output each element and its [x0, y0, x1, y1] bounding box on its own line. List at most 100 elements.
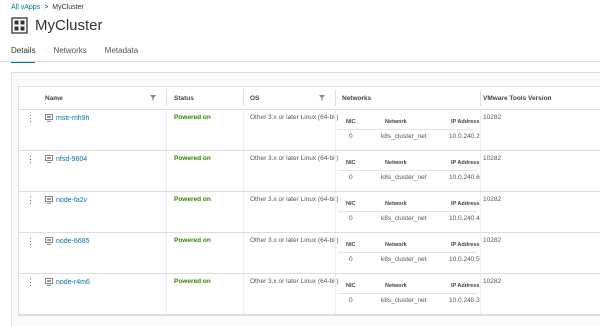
column-os-label: OS	[250, 94, 260, 102]
column-name-label: Name	[45, 94, 63, 102]
vm-icon	[45, 155, 53, 163]
vm-os: Other 3.x or later Linux (64-bit)	[250, 237, 339, 244]
nic-value: 0	[349, 215, 353, 222]
nic-value: 0	[349, 297, 353, 304]
row-actions-menu-icon[interactable]: ⋮	[26, 278, 35, 287]
nic-header: NIC	[346, 201, 356, 207]
vm-tools-version: 10282	[483, 155, 502, 162]
ip-value: 10.0.240.2	[449, 133, 480, 140]
network-value: k8s_cluster_net	[381, 256, 427, 263]
table-row[interactable]: ⋮ nfsd-9604 Powered on Other 3.x or late…	[19, 151, 600, 192]
column-separator	[166, 110, 167, 150]
column-separator	[480, 192, 481, 232]
nic-value: 0	[349, 133, 353, 140]
nic-header: NIC	[346, 242, 356, 248]
column-separator	[480, 233, 481, 273]
column-separator	[243, 90, 244, 106]
ip-header: IP Address	[451, 242, 480, 248]
vm-os: Other 3.x or later Linux (64-bit)	[250, 278, 339, 285]
row-actions-menu-icon[interactable]: ⋮	[26, 114, 35, 123]
breadcrumb-current: MyCluster	[52, 4, 84, 11]
vm-tools-version: 10282	[483, 196, 502, 203]
vm-name-link[interactable]: node-fa2v	[45, 196, 87, 204]
network-header: Network	[385, 201, 407, 207]
vm-name-label: nfsd-9604	[56, 155, 88, 163]
network-value: k8s_cluster_net	[381, 297, 427, 304]
table-row[interactable]: ⋮ mstr-mh9h Powered on Other 3.x or late…	[19, 110, 600, 151]
column-header-tools[interactable]: VMware Tools Version	[483, 87, 552, 109]
vm-status: Powered on	[174, 155, 211, 162]
ip-header: IP Address	[451, 160, 480, 166]
column-separator	[243, 192, 244, 232]
vm-network-table: NIC Network IP Address 0 k8s_cluster_net…	[335, 192, 480, 232]
ip-value: 10.0.240.5	[449, 256, 480, 263]
column-header-name[interactable]: Name	[45, 87, 63, 109]
table-row[interactable]: ⋮ node-fa2v Powered on Other 3.x or late…	[19, 192, 600, 233]
page-title: MyCluster	[35, 17, 103, 34]
vm-tools-version: 10282	[483, 114, 502, 121]
breadcrumb-all-vapps-link[interactable]: All vApps	[11, 4, 40, 11]
row-actions-menu-icon[interactable]: ⋮	[26, 155, 35, 164]
column-separator	[243, 233, 244, 273]
network-header: Network	[385, 160, 407, 166]
network-header: Network	[385, 119, 407, 125]
vm-name-label: node-6685	[56, 237, 90, 245]
os-filter-icon[interactable]	[319, 95, 325, 101]
page-header: MyCluster	[11, 17, 103, 34]
name-filter-icon[interactable]	[150, 95, 156, 101]
breadcrumb: All vApps > MyCluster	[11, 4, 84, 11]
ip-header: IP Address	[451, 201, 480, 207]
column-header-os[interactable]: OS	[250, 87, 259, 109]
network-value: k8s_cluster_net	[381, 133, 427, 140]
column-networks-label: Networks	[342, 94, 372, 102]
nic-header: NIC	[346, 283, 356, 289]
column-separator	[480, 110, 481, 150]
vm-os: Other 3.x or later Linux (64-bit)	[250, 114, 339, 121]
row-actions-menu-icon[interactable]: ⋮	[26, 196, 35, 205]
vm-status: Powered on	[174, 278, 211, 285]
column-separator	[166, 233, 167, 273]
column-header-status[interactable]: Status	[174, 87, 194, 109]
vm-name-link[interactable]: node-6685	[45, 237, 89, 245]
table-row[interactable]: ⋮ node-r4m6 Powered on Other 3.x or late…	[19, 274, 600, 315]
column-separator	[166, 90, 167, 106]
nic-value: 0	[349, 256, 353, 263]
vm-icon	[45, 114, 53, 122]
vm-name-link[interactable]: nfsd-9604	[45, 155, 87, 163]
ip-value: 10.0.240.6	[449, 174, 480, 181]
column-separator	[166, 192, 167, 232]
network-value: k8s_cluster_net	[381, 215, 427, 222]
column-separator	[480, 151, 481, 191]
column-separator	[166, 274, 167, 314]
vm-name-label: node-r4m6	[56, 278, 90, 286]
column-separator	[480, 274, 481, 314]
nic-header: NIC	[346, 160, 356, 166]
cluster-icon	[11, 17, 28, 34]
ip-header: IP Address	[451, 119, 480, 125]
vm-network-table: NIC Network IP Address 0 k8s_cluster_net…	[335, 274, 480, 314]
column-separator	[166, 151, 167, 191]
datagrid-header: Name Status OS Networks VMware Tools Ver…	[19, 87, 600, 110]
network-table-divider	[338, 252, 477, 253]
column-separator	[335, 90, 336, 106]
vm-name-link[interactable]: node-r4m6	[45, 278, 90, 286]
vm-status: Powered on	[174, 237, 211, 244]
vm-os: Other 3.x or later Linux (64-bit)	[250, 196, 339, 203]
column-separator	[243, 274, 244, 314]
vm-name-link[interactable]: mstr-mh9h	[45, 114, 89, 122]
column-separator	[243, 151, 244, 191]
ip-value: 10.0.240.3	[449, 297, 480, 304]
network-table-divider	[338, 293, 477, 294]
nic-value: 0	[349, 174, 353, 181]
nic-header: NIC	[346, 119, 356, 125]
table-row[interactable]: ⋮ node-6685 Powered on Other 3.x or late…	[19, 233, 600, 274]
column-header-networks[interactable]: Networks	[342, 87, 371, 109]
row-actions-menu-icon[interactable]: ⋮	[26, 237, 35, 246]
vm-status: Powered on	[174, 196, 211, 203]
vm-icon	[45, 237, 53, 245]
network-table-divider	[338, 129, 477, 130]
vm-icon	[45, 196, 53, 204]
breadcrumb-separator: >	[44, 4, 49, 11]
vm-tools-version: 10282	[483, 237, 502, 244]
network-header: Network	[385, 242, 407, 248]
